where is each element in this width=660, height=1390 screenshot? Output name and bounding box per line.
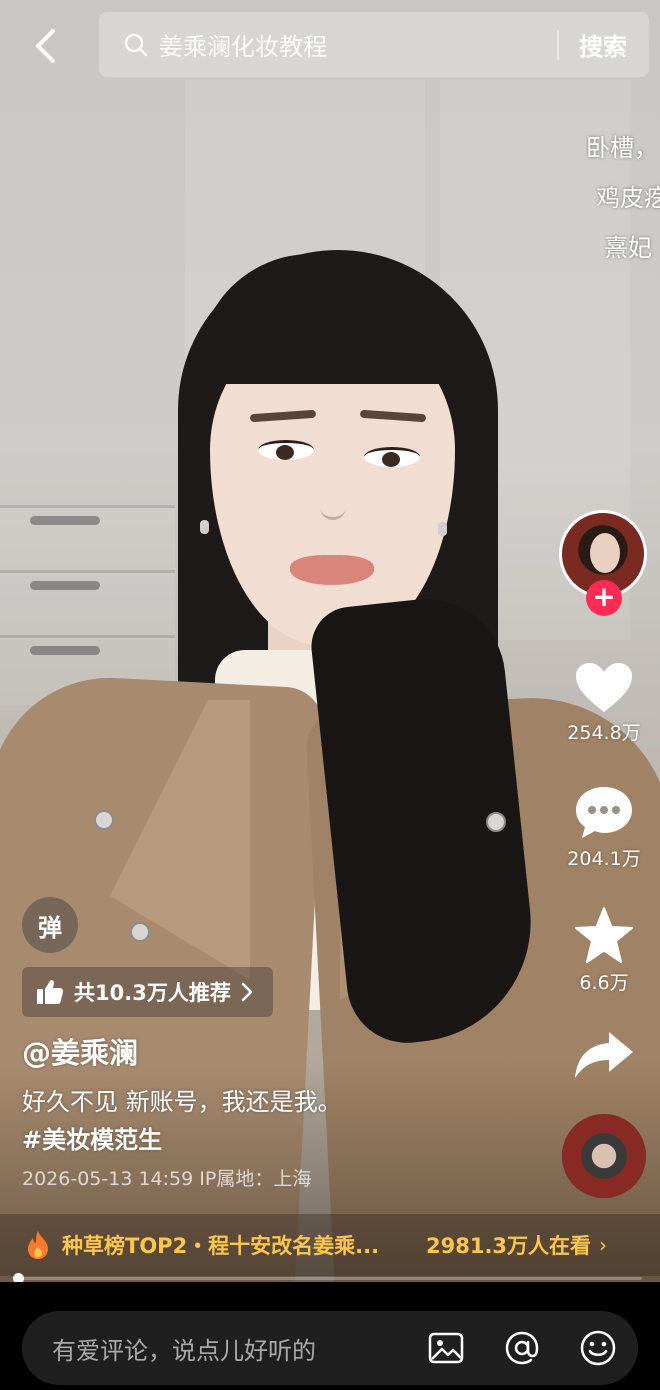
back-icon	[36, 29, 55, 63]
jacket-stud	[94, 810, 114, 830]
hot-ranking-bar[interactable]: 种草榜TOP2・程十安改名姜乘... 2981.3万人在看 ›	[0, 1214, 660, 1276]
danmaku-comment: 鸡皮疙	[596, 184, 660, 212]
video-caption: 好久不见 新账号，我还是我。	[22, 1088, 342, 1116]
favorite-count: 6.6万	[579, 972, 629, 994]
chevron-right-icon	[241, 982, 253, 1002]
eye-right	[364, 447, 420, 467]
jacket-stud	[486, 812, 506, 832]
search-divider	[557, 29, 559, 60]
star-icon	[575, 907, 633, 963]
drawer	[0, 505, 175, 575]
comment-icon	[576, 787, 632, 838]
recommend-text: 共10.3万人推荐	[74, 981, 231, 1005]
earring-left	[200, 520, 209, 534]
eye-left	[258, 440, 314, 460]
like-button[interactable]: 254.8万	[556, 662, 652, 745]
hot-viewers: 2981.3万人在看	[426, 1234, 592, 1258]
chevron-right-icon: ›	[599, 1233, 608, 1257]
nose	[320, 470, 346, 520]
emoji-button[interactable]	[578, 1328, 618, 1368]
progress-bar[interactable]	[13, 1273, 642, 1284]
hot-title: 种草榜TOP2・程十安改名姜乘...	[62, 1234, 380, 1258]
emoji-icon	[580, 1330, 616, 1366]
music-disc[interactable]	[562, 1114, 646, 1198]
thumbs-up-icon	[37, 980, 64, 1004]
earring-right	[438, 522, 447, 536]
image-button[interactable]	[426, 1328, 466, 1368]
back-button[interactable]	[22, 22, 70, 70]
image-icon	[428, 1332, 464, 1364]
author-name[interactable]: @姜乘澜	[22, 1030, 138, 1072]
fire-icon	[28, 1231, 48, 1259]
jacket-stud	[130, 922, 150, 942]
search-query[interactable]: 姜乘澜化妆教程	[159, 27, 557, 62]
comment-placeholder[interactable]: 有爱评论，说点儿好听的	[52, 1331, 426, 1366]
lips	[290, 555, 374, 585]
comment-input[interactable]: 有爱评论，说点儿好听的	[22, 1311, 638, 1385]
drawer	[0, 570, 175, 640]
favorite-button[interactable]: 6.6万	[556, 906, 652, 995]
post-meta: 2026-05-13 14:59 IP属地：上海	[22, 1168, 312, 1190]
share-button[interactable]	[556, 1030, 652, 1080]
comment-button[interactable]: 204.1万	[556, 784, 652, 871]
comment-count: 204.1万	[567, 848, 641, 870]
search-bar[interactable]: 姜乘澜化妆教程 搜索	[99, 12, 649, 77]
danmaku-toggle[interactable]: 弹	[22, 897, 78, 953]
mention-button[interactable]	[502, 1328, 542, 1368]
share-icon	[575, 1032, 633, 1078]
follow-button[interactable]: +	[586, 580, 622, 616]
search-icon	[124, 33, 148, 56]
heart-icon	[576, 663, 632, 712]
at-icon	[505, 1331, 539, 1365]
recommend-pill[interactable]: 共10.3万人推荐	[22, 967, 273, 1017]
danmaku-comment: 卧槽，	[586, 134, 658, 162]
like-count: 254.8万	[567, 722, 641, 744]
search-button[interactable]: 搜索	[579, 27, 627, 62]
hashtag-link[interactable]: #美妆模范生	[22, 1120, 162, 1155]
danmaku-comment: 熹妃	[604, 234, 652, 262]
